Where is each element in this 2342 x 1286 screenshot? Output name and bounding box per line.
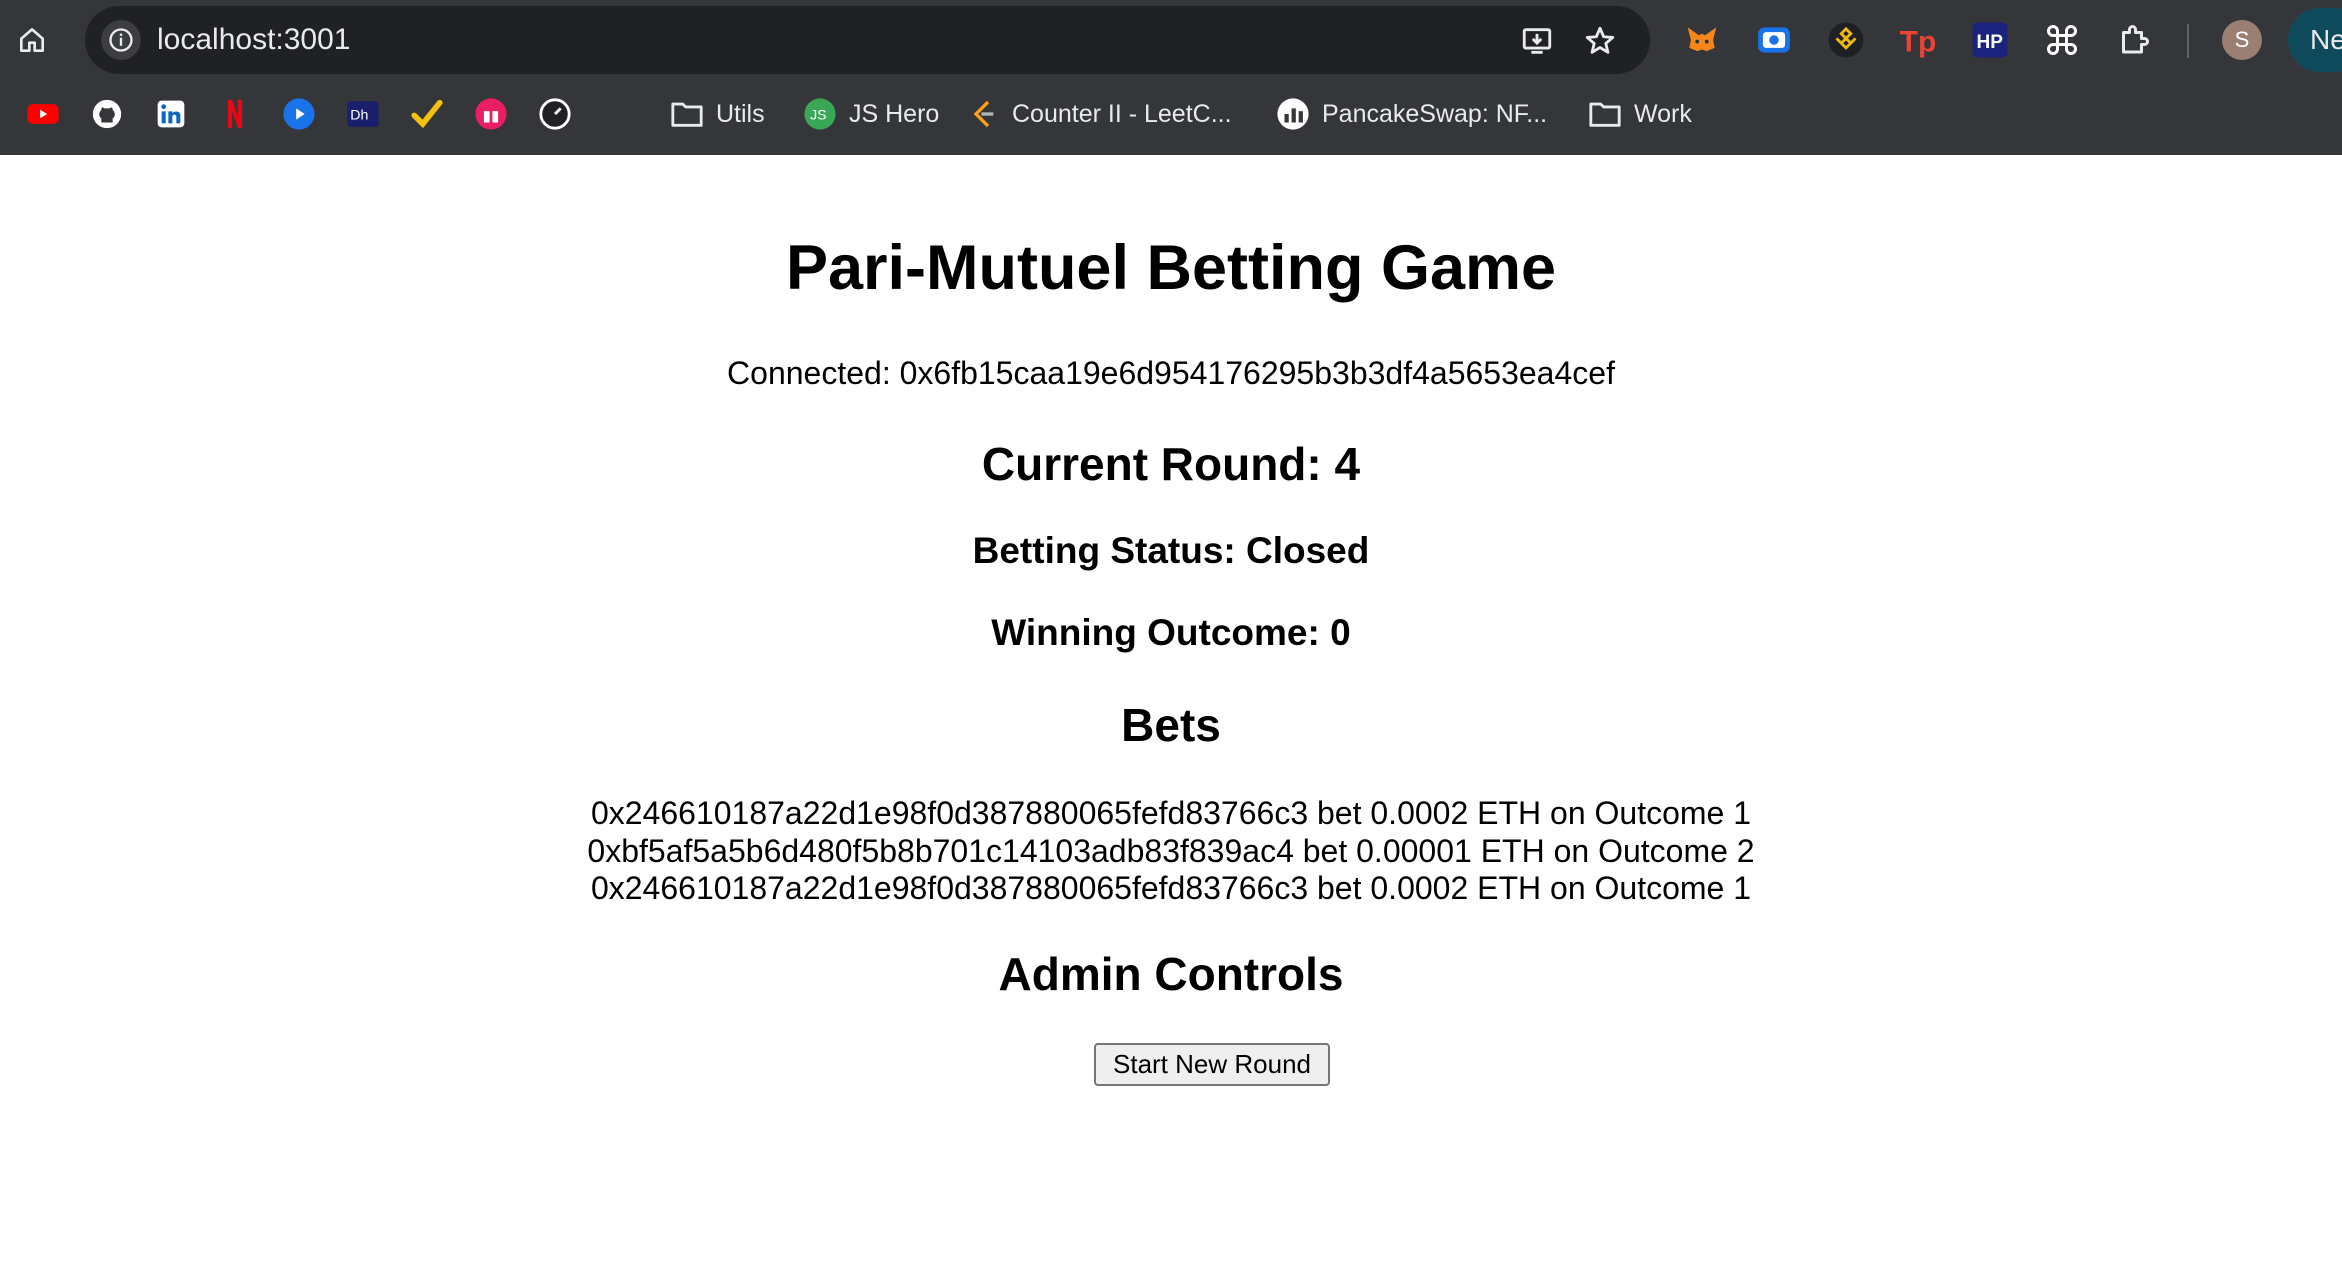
- linkedin-icon[interactable]: [151, 94, 191, 134]
- url-text[interactable]: localhost:3001: [157, 6, 350, 74]
- youtube-icon[interactable]: [23, 94, 63, 134]
- home-icon[interactable]: [10, 18, 54, 62]
- dh-icon[interactable]: Dh: [343, 94, 383, 134]
- tp-icon[interactable]: Tp: [1896, 18, 1940, 62]
- current-round: Current Round: 4: [981, 438, 1361, 490]
- play-icon[interactable]: [279, 94, 319, 134]
- bookmark-leetcode[interactable]: Counter II - LeetC...: [968, 94, 1232, 134]
- leetcode-icon: [973, 100, 994, 128]
- new-tab-chip[interactable]: Ne: [2288, 8, 2342, 72]
- winning-outcome: Winning Outcome: 0: [991, 612, 1351, 653]
- bookmarks-bar: Dh Utils JS JS Hero Counter II - LeetC..…: [0, 88, 2342, 140]
- checkmark-icon[interactable]: [407, 94, 447, 134]
- bet-item: 0xbf5af5a5b6d480f5b8b701c14103adb83f839a…: [587, 832, 1755, 869]
- bookmark-label: PancakeSwap: NF...: [1322, 99, 1548, 128]
- profile-avatar[interactable]: S: [2222, 20, 2262, 60]
- bets-list: 0x246610187a22d1e98f0d387880065fefd83766…: [0, 795, 2342, 908]
- toolbar-separator: [2187, 24, 2189, 58]
- extensions-puzzle-icon[interactable]: [2112, 18, 2156, 62]
- folder-icon: [671, 102, 703, 127]
- browser-chrome: localhost:3001 Tp HP S Ne Dh Utils JS JS…: [0, 0, 2342, 155]
- site-info-icon[interactable]: [101, 20, 141, 60]
- bookmark-star-icon[interactable]: [1580, 21, 1620, 61]
- bookmark-pancakeswap[interactable]: PancakeSwap: NF...: [1276, 94, 1547, 134]
- connected-account: Connected: 0x6fb15caa19e6d954176295b3b3d…: [727, 355, 1615, 391]
- bet-item: 0x246610187a22d1e98f0d387880065fefd83766…: [590, 870, 1752, 906]
- betting-status: Betting Status: Closed: [972, 530, 1370, 571]
- bookmark-label: Counter II - LeetC...: [1012, 99, 1232, 128]
- bookmark-label: Utils: [716, 99, 765, 128]
- metamask-icon[interactable]: [1680, 18, 1724, 62]
- admin-controls-heading: Admin Controls: [998, 948, 1344, 1000]
- speedometer-icon[interactable]: [535, 94, 575, 134]
- bookmark-folder-utils[interactable]: Utils: [670, 94, 765, 134]
- svg-text:HP: HP: [1977, 32, 2004, 53]
- page-title: Pari-Mutuel Betting Game: [785, 233, 1557, 303]
- svg-text:JS: JS: [810, 108, 827, 124]
- js-hero-icon: JS: [804, 98, 836, 130]
- browser-toolbar: localhost:3001 Tp HP S Ne: [0, 0, 2342, 80]
- bookmark-label: Work: [1634, 99, 1692, 128]
- keyboard-command-icon[interactable]: [2040, 18, 2084, 62]
- gift-icon[interactable]: [471, 94, 511, 134]
- page-content: Pari-Mutuel Betting Game Connected: 0x6f…: [0, 155, 2342, 1286]
- bets-heading: Bets: [1121, 699, 1221, 751]
- bookmark-js-hero[interactable]: JS JS Hero: [803, 94, 939, 134]
- bookmark-folder-work[interactable]: Work: [1588, 94, 1692, 134]
- svg-text:Tp: Tp: [1900, 26, 1937, 59]
- binance-wallet-icon[interactable]: [1824, 18, 1868, 62]
- svg-text:Dh: Dh: [350, 108, 368, 124]
- bookmark-label: JS Hero: [849, 99, 940, 128]
- moon-icon[interactable]: [599, 94, 639, 134]
- start-new-round-button[interactable]: Start New Round: [1094, 1043, 1330, 1086]
- address-bar[interactable]: localhost:3001: [85, 6, 1650, 74]
- install-app-icon[interactable]: [1517, 21, 1557, 61]
- pancakeswap-icon: [1277, 98, 1309, 130]
- hp-icon[interactable]: HP: [1968, 18, 2012, 62]
- github-icon[interactable]: [87, 94, 127, 134]
- bet-item: 0x246610187a22d1e98f0d387880065fefd83766…: [590, 795, 1752, 831]
- netflix-icon[interactable]: [215, 94, 255, 134]
- screen-capture-icon[interactable]: [1752, 18, 1796, 62]
- folder-icon: [1589, 102, 1621, 127]
